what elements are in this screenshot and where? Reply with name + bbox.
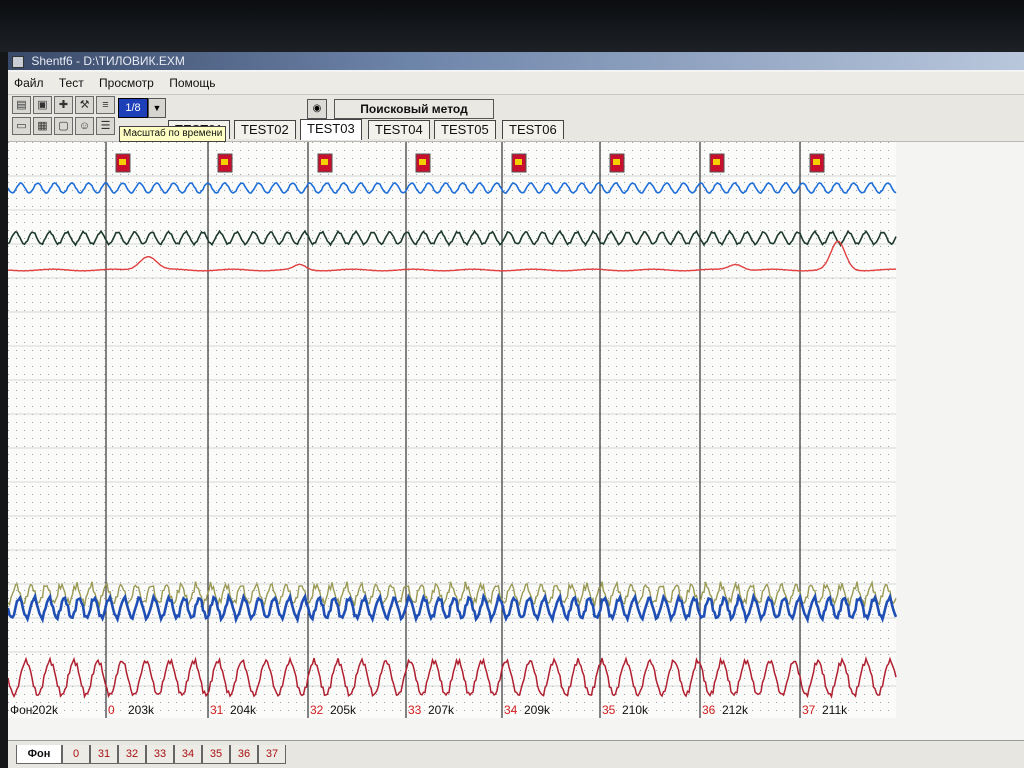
- open-folder-icon[interactable]: ▤: [12, 96, 31, 114]
- segment-id: 33: [408, 703, 422, 717]
- face-icon[interactable]: ☺: [75, 117, 94, 135]
- comment-icon[interactable]: ▢: [54, 117, 73, 135]
- tab-test02[interactable]: TEST02: [234, 120, 296, 139]
- list-icon[interactable]: ≡: [96, 96, 115, 114]
- question-marker-icon[interactable]: [809, 153, 825, 173]
- menu-file[interactable]: Файл: [8, 72, 50, 94]
- question-marker-icon[interactable]: [511, 153, 527, 173]
- segment-tab[interactable]: 0: [62, 745, 90, 764]
- segment-value: 209k: [524, 703, 551, 717]
- segment-tab[interactable]: 35: [202, 745, 230, 764]
- application-window: Shentf6 - D:\ТИЛОВИК.EXM Файл Тест Просм…: [8, 52, 1024, 768]
- menu-help[interactable]: Помощь: [163, 72, 221, 94]
- question-marker-icon[interactable]: [217, 153, 233, 173]
- segment-tab[interactable]: 36: [230, 745, 258, 764]
- menu-bar: Файл Тест Просмотр Помощь: [8, 72, 1024, 95]
- segment-tab[interactable]: Фон: [16, 745, 62, 764]
- question-marker-icon[interactable]: [609, 153, 625, 173]
- app-icon: [12, 56, 24, 68]
- segment-tab[interactable]: 31: [90, 745, 118, 764]
- segment-labels: Фон 202k 0 203k 31 204k 32 205k 33 207k 34 209k 35 21…: [10, 703, 848, 717]
- lines-icon[interactable]: ☰: [96, 117, 115, 135]
- segment-tab[interactable]: 34: [174, 745, 202, 764]
- save-icon[interactable]: ▣: [33, 96, 52, 114]
- time-scale-select[interactable]: 1/8: [118, 98, 148, 118]
- question-marker-icon[interactable]: [317, 153, 333, 173]
- title-bar: Shentf6 - D:\ТИЛОВИК.EXM: [8, 52, 1024, 70]
- segment-value: 210k: [622, 703, 649, 717]
- menu-test[interactable]: Тест: [53, 72, 90, 94]
- folder-icon[interactable]: ▭: [12, 117, 31, 135]
- tab-test03[interactable]: TEST03: [300, 119, 362, 140]
- segment-value: 212k: [722, 703, 749, 717]
- question-marker-icon[interactable]: [115, 153, 131, 173]
- segment-id: 32: [310, 703, 324, 717]
- segment-value: 204k: [230, 703, 257, 717]
- segment-id: Фон: [10, 703, 32, 717]
- table-icon[interactable]: ▦: [33, 117, 52, 135]
- question-marker-icon[interactable]: [415, 153, 431, 173]
- menu-view[interactable]: Просмотр: [93, 72, 160, 94]
- toolbar: ▤ ▣ ✚ ⚒ ≡ ▭ ▦ ▢ ☺ ☰ 1/8 ▼ Масштаб по вре…: [8, 95, 1024, 142]
- scale-tooltip: Масштаб по времени: [119, 126, 227, 142]
- segment-id: 34: [504, 703, 518, 717]
- search-method-label[interactable]: Поисковый метод: [334, 99, 494, 119]
- tab-test06[interactable]: TEST06: [502, 120, 564, 139]
- wrench-icon[interactable]: ⚒: [75, 96, 94, 114]
- chevron-down-icon[interactable]: ▼: [148, 98, 166, 118]
- segment-id: 36: [702, 703, 716, 717]
- segment-id: 0: [108, 703, 115, 717]
- tab-test05[interactable]: TEST05: [434, 120, 496, 139]
- dot-grid: [8, 142, 896, 718]
- segment-value: 202k: [32, 703, 59, 717]
- segment-value: 211k: [822, 703, 848, 717]
- segment-value: 203k: [128, 703, 155, 717]
- window-title: Shentf6 - D:\ТИЛОВИК.EXM: [31, 54, 185, 68]
- segment-tab[interactable]: 33: [146, 745, 174, 764]
- monitor-bezel: [0, 0, 1024, 52]
- segment-tab[interactable]: 32: [118, 745, 146, 764]
- polygraph-chart: Фон 202k 0 203k 31 204k 32 205k 33 207k 34 209k 35 21…: [8, 142, 898, 718]
- segment-tabs: Фон 0 31 32 33 34 35 36 37: [8, 740, 1024, 768]
- segment-value: 205k: [330, 703, 357, 717]
- toolbar-buttons: ▤ ▣ ✚ ⚒ ≡ ▭ ▦ ▢ ☺ ☰: [12, 96, 116, 138]
- segment-value: 207k: [428, 703, 455, 717]
- segment-id: 37: [802, 703, 816, 717]
- segment-tab[interactable]: 37: [258, 745, 286, 764]
- method-icon[interactable]: ◉: [307, 99, 327, 119]
- question-marker-icon[interactable]: [709, 153, 725, 173]
- segment-id: 35: [602, 703, 616, 717]
- segment-id: 31: [210, 703, 224, 717]
- tab-test04[interactable]: TEST04: [368, 120, 430, 139]
- add-icon[interactable]: ✚: [54, 96, 73, 114]
